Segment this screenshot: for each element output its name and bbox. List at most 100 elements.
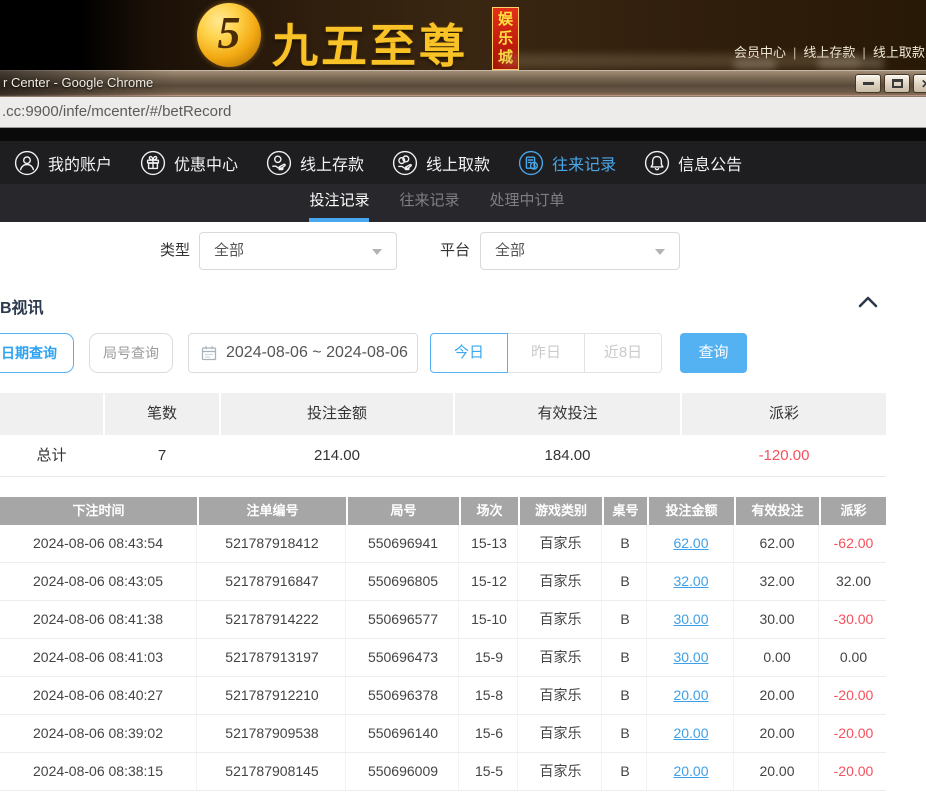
payout: -30.00 xyxy=(821,601,886,638)
valid-bet-total: 184.00 xyxy=(455,435,680,476)
bet-amount-link[interactable]: 20.00 xyxy=(673,725,708,741)
round-id: 550696009 xyxy=(348,753,459,790)
nav-item-label: 优惠中心 xyxy=(174,151,238,175)
summary-header-cell: 派彩 xyxy=(682,393,886,435)
round-id: 550696378 xyxy=(348,677,459,714)
summary-total-row: 总计7214.00184.00-120.00 xyxy=(0,435,886,477)
record-tabs: 投注记录往来记录处理中订单 xyxy=(0,184,926,222)
bet-amount-link[interactable]: 20.00 xyxy=(649,715,734,752)
table-header-cell: 游戏类别 xyxy=(520,497,602,525)
nav-item-bell[interactable]: 信息公告 xyxy=(644,150,742,176)
bet-amount-link[interactable]: 30.00 xyxy=(673,611,708,627)
table-row: 2024-08-06 08:43:05521787916847550696805… xyxy=(0,563,886,601)
payout: -20.00 xyxy=(821,753,886,790)
summary-header-cell: 投注金额 xyxy=(221,393,453,435)
total-label: 总计 xyxy=(0,435,103,476)
nav-item-label: 线上取款 xyxy=(426,151,490,175)
round-id: 550696805 xyxy=(348,563,459,600)
nav-item-withdraw[interactable]: 线上取款 xyxy=(392,150,490,176)
table-id: B xyxy=(604,639,647,676)
nav-item-records[interactable]: 往来记录 xyxy=(518,150,616,176)
section-title: B视讯 xyxy=(0,294,44,318)
game-type: 百家乐 xyxy=(520,525,602,562)
withdraw-icon xyxy=(392,150,418,176)
nav-item-deposit[interactable]: 线上存款 xyxy=(266,150,364,176)
order-id: 521787913197 xyxy=(199,639,346,676)
summary-table: 笔数投注金额有效投注派彩 总计7214.00184.00-120.00 xyxy=(0,393,886,477)
table-header-cell: 下注时间 xyxy=(0,497,197,525)
platform-select-value: 全部 xyxy=(495,242,525,259)
table-body: 2024-08-06 08:43:54521787918412550696941… xyxy=(0,525,886,791)
window-title: r Center - Google Chrome xyxy=(0,70,926,96)
table-row: 2024-08-06 08:41:03521787913197550696473… xyxy=(0,639,886,677)
round-id: 550696577 xyxy=(348,601,459,638)
maximize-button[interactable] xyxy=(884,74,910,93)
maximize-icon xyxy=(892,79,903,88)
quick-button-0[interactable]: 今日 xyxy=(430,333,508,373)
site-logo: 5 xyxy=(197,3,261,67)
nav-item-label: 我的账户 xyxy=(48,151,112,175)
date-query-button[interactable]: 日期查询 xyxy=(0,333,74,373)
tab-1[interactable]: 往来记录 xyxy=(399,184,459,222)
address-bar[interactable]: .cc:9900/infe/mcenter/#/betRecord xyxy=(0,96,926,128)
platform-select[interactable]: 全部 xyxy=(480,232,680,270)
bet-amount-link[interactable]: 32.00 xyxy=(649,563,734,600)
bet-amount-link[interactable]: 20.00 xyxy=(649,753,734,790)
nav-item-user[interactable]: 我的账户 xyxy=(14,150,112,176)
main-nav: 我的账户 优惠中心 线上存款 线上取款 往来记录 信息公告 xyxy=(0,141,926,184)
logo-title: 九五至尊 xyxy=(272,10,468,76)
window-titlebar[interactable]: r Center - Google Chrome xyxy=(0,70,926,96)
bet-amount-link[interactable]: 62.00 xyxy=(649,525,734,562)
date-range-input[interactable]: 2024-08-06 ~ 2024-08-06 xyxy=(188,333,418,373)
table-header-cell: 派彩 xyxy=(821,497,886,525)
blurred-text xyxy=(818,57,884,69)
bet-amount-link[interactable]: 30.00 xyxy=(649,601,734,638)
summary-header-cell xyxy=(0,393,103,435)
order-id: 521787909538 xyxy=(199,715,346,752)
valid-bet: 32.00 xyxy=(736,563,819,600)
bet-amount-link[interactable]: 62.00 xyxy=(673,535,708,551)
bet-amount-link[interactable]: 20.00 xyxy=(649,677,734,714)
tab-2[interactable]: 处理中订单 xyxy=(490,184,565,222)
close-icon: ✕ xyxy=(921,78,926,90)
quick-button-2[interactable]: 近8日 xyxy=(584,333,662,373)
page-header-strip xyxy=(0,128,926,141)
bet-amount-link[interactable]: 20.00 xyxy=(673,763,708,779)
session: 15-5 xyxy=(461,753,518,790)
type-filter-label: 类型 xyxy=(160,232,190,270)
close-button[interactable]: ✕ xyxy=(913,74,926,93)
url-text: .cc:9900/infe/mcenter/#/betRecord xyxy=(0,97,926,127)
table-row: 2024-08-06 08:40:27521787912210550696378… xyxy=(0,677,886,715)
nav-item-label: 线上存款 xyxy=(300,151,364,175)
bet-amount-link[interactable]: 30.00 xyxy=(649,639,734,676)
bet-amount-link[interactable]: 30.00 xyxy=(673,649,708,665)
calendar-icon xyxy=(201,345,217,361)
collapse-section-button[interactable] xyxy=(856,294,882,312)
game-type: 百家乐 xyxy=(520,639,602,676)
platform-filter-label: 平台 xyxy=(440,232,470,270)
chevron-down-icon xyxy=(372,249,382,255)
bet-amount-link[interactable]: 20.00 xyxy=(673,687,708,703)
type-select[interactable]: 全部 xyxy=(199,232,397,270)
session: 15-8 xyxy=(461,677,518,714)
bet-amount-link[interactable]: 32.00 xyxy=(673,573,708,589)
bell-icon xyxy=(644,150,670,176)
table-id: B xyxy=(604,753,647,790)
count: 7 xyxy=(105,435,219,476)
minimize-button[interactable] xyxy=(855,74,881,93)
tab-0[interactable]: 投注记录 xyxy=(309,184,369,222)
nav-item-gift[interactable]: 优惠中心 xyxy=(140,150,238,176)
table-row: 2024-08-06 08:41:38521787914222550696577… xyxy=(0,601,886,639)
bet-time: 2024-08-06 08:43:54 xyxy=(0,525,197,562)
search-button[interactable]: 查询 xyxy=(680,333,747,373)
valid-bet: 30.00 xyxy=(736,601,819,638)
bet-time: 2024-08-06 08:41:03 xyxy=(0,639,197,676)
records-icon xyxy=(518,150,544,176)
round-id: 550696140 xyxy=(348,715,459,752)
table-id: B xyxy=(604,525,647,562)
round-id: 550696473 xyxy=(348,639,459,676)
quick-button-1[interactable]: 昨日 xyxy=(507,333,585,373)
valid-bet: 20.00 xyxy=(736,715,819,752)
order-id: 521787912210 xyxy=(199,677,346,714)
round-query-button[interactable]: 局号查询 xyxy=(89,333,173,373)
